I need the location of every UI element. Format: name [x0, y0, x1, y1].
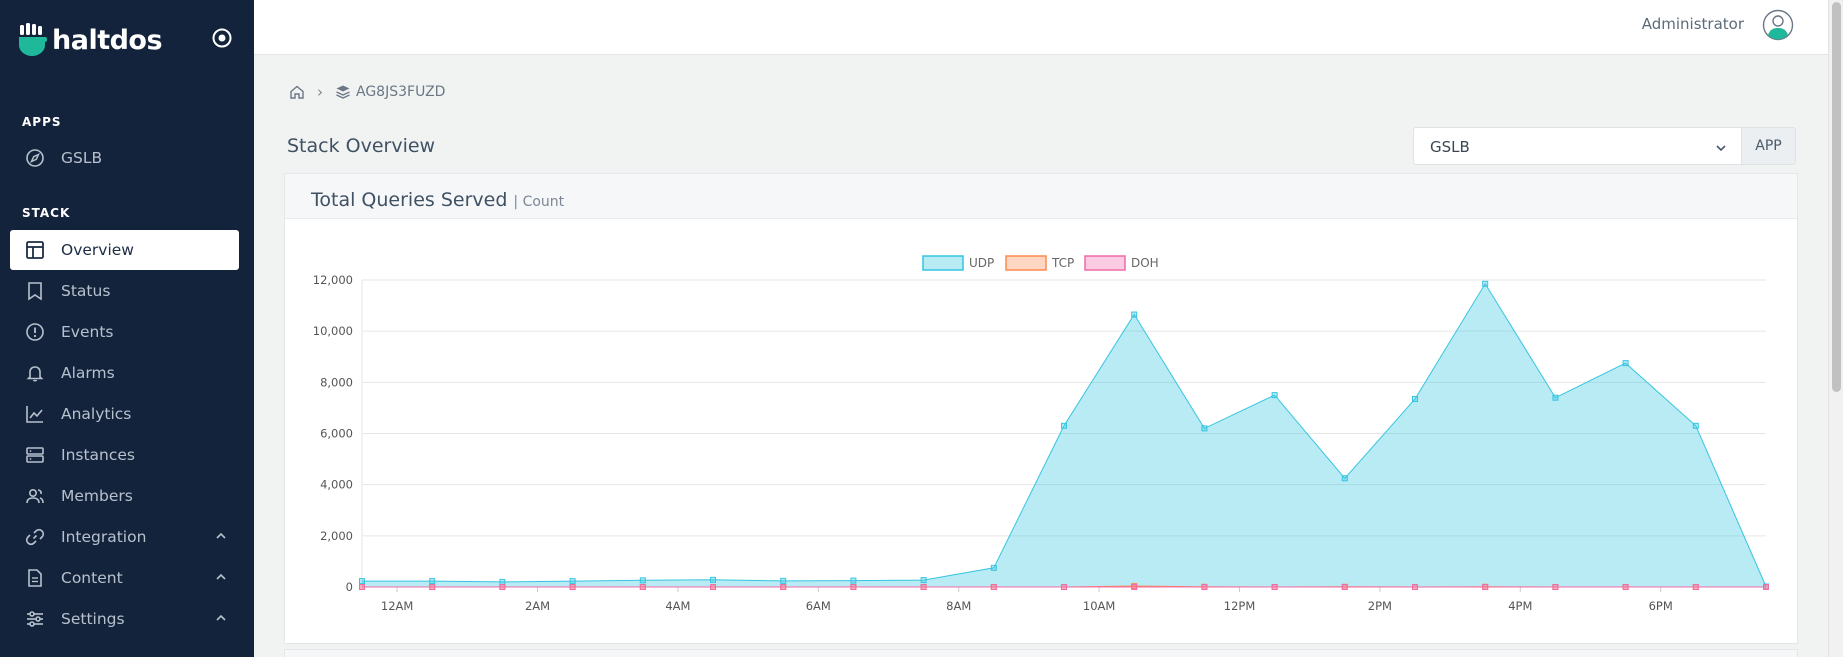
- data-point-udp: [1131, 311, 1138, 318]
- x-tick-label: 6PM: [1649, 599, 1673, 613]
- y-tick-label: 8,000: [320, 375, 353, 389]
- data-point-udp: [1622, 360, 1629, 367]
- data-point-doh: [920, 584, 927, 590]
- data-point-doh: [1763, 584, 1769, 590]
- data-point-udp: [990, 564, 997, 571]
- data-point-doh: [1131, 584, 1138, 590]
- x-tick-label: 2AM: [525, 599, 550, 613]
- data-point-udp: [1552, 394, 1559, 401]
- data-point-udp: [1412, 395, 1418, 402]
- data-point-doh: [1482, 584, 1489, 590]
- y-tick-label: 6,000: [320, 427, 353, 441]
- x-tick-label: 12AM: [381, 599, 413, 613]
- x-tick-label: 6AM: [806, 599, 831, 613]
- data-point-doh: [780, 584, 787, 590]
- x-tick-label: 12PM: [1224, 599, 1256, 613]
- data-point-doh: [1341, 584, 1348, 590]
- data-point-udp: [429, 578, 436, 585]
- x-tick-label: 8AM: [946, 599, 971, 613]
- data-point-udp: [1341, 475, 1348, 482]
- series-area-udp: [362, 283, 1766, 587]
- legend-swatch-udp: [922, 255, 964, 271]
- data-point-udp: [850, 577, 857, 584]
- x-tick-label: 4AM: [665, 599, 690, 613]
- data-point-doh: [569, 584, 576, 590]
- data-point-doh: [990, 584, 997, 590]
- legend-label-doh: DOH: [1131, 256, 1159, 270]
- data-point-doh: [499, 584, 506, 590]
- x-tick-label: 2PM: [1368, 599, 1392, 613]
- y-tick-label: 0: [346, 580, 353, 594]
- data-point-doh: [1622, 584, 1629, 590]
- data-point-doh: [710, 584, 716, 590]
- data-point-doh: [429, 584, 436, 590]
- y-tick-label: 12,000: [313, 273, 353, 287]
- data-point-doh: [850, 584, 857, 590]
- legend-label-udp: UDP: [969, 256, 994, 270]
- y-tick-label: 2,000: [320, 529, 353, 543]
- data-point-doh: [1552, 584, 1559, 590]
- data-point-udp: [1271, 392, 1278, 399]
- data-point-udp: [639, 577, 646, 584]
- page-scrollbar[interactable]: [1828, 0, 1843, 657]
- data-point-udp: [1201, 425, 1208, 432]
- data-point-udp: [569, 578, 576, 585]
- legend-swatch-tcp: [1005, 255, 1047, 271]
- data-point-udp: [710, 576, 716, 583]
- data-point-udp: [1482, 280, 1489, 287]
- legend-label-tcp: TCP: [1051, 256, 1074, 270]
- data-point-doh: [1692, 584, 1699, 590]
- data-point-doh: [1061, 584, 1067, 590]
- data-point-doh: [1201, 584, 1208, 590]
- x-tick-label: 4PM: [1508, 599, 1532, 613]
- legend-swatch-doh: [1084, 255, 1126, 271]
- data-point-doh: [639, 584, 646, 590]
- data-point-udp: [780, 577, 787, 584]
- scrollbar-thumb[interactable]: [1832, 2, 1841, 392]
- data-point-udp: [359, 578, 365, 585]
- data-point-udp: [1692, 422, 1699, 429]
- data-point-doh: [1271, 584, 1278, 590]
- y-tick-label: 4,000: [320, 478, 353, 492]
- data-point-udp: [920, 577, 927, 584]
- y-tick-label: 10,000: [313, 324, 353, 338]
- data-point-doh: [1412, 584, 1418, 590]
- data-point-udp: [1061, 422, 1067, 429]
- queries-area-chart: 0 2,000 4,000 6,000 8,000 10,000 12,000 12AM 2AM…: [313, 255, 1769, 613]
- data-point-doh: [359, 584, 365, 590]
- data-point-udp: [499, 578, 506, 585]
- x-tick-label: 10AM: [1083, 599, 1115, 613]
